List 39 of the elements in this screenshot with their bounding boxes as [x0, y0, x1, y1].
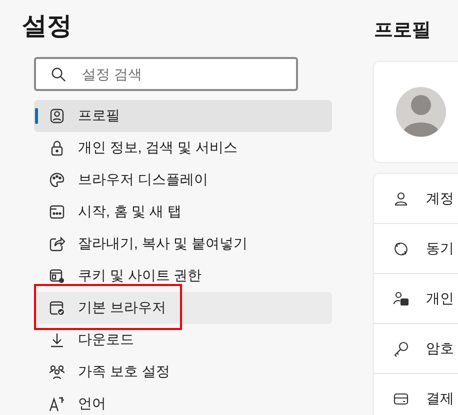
- nav-item[interactable]: 개인 정보, 검색 및 서비스: [34, 132, 332, 164]
- download-icon: [49, 332, 65, 348]
- person-card-icon: [393, 290, 409, 306]
- avatar-icon: [396, 87, 446, 137]
- nav-item[interactable]: 시작, 홈 및 새 탭: [34, 196, 332, 228]
- card-icon: [393, 390, 409, 406]
- nav-item[interactable]: 다운로드: [34, 324, 332, 356]
- people-icon: [49, 364, 65, 380]
- lock-icon: [49, 140, 65, 156]
- person-icon: [393, 190, 409, 206]
- palette-icon: [49, 172, 65, 188]
- row-label: 암호: [426, 340, 454, 358]
- profile-icon: [49, 108, 65, 124]
- nav-item[interactable]: 쿠키 및 사이트 권한: [34, 260, 332, 292]
- settings-row[interactable]: 개인: [374, 274, 458, 324]
- row-label: 결제: [426, 390, 454, 408]
- search-icon: [51, 67, 66, 82]
- row-label: 계정: [426, 190, 454, 208]
- nav-item[interactable]: 프로필: [34, 100, 332, 132]
- sync-icon: [393, 240, 409, 256]
- window-icon: [49, 204, 65, 220]
- nav-item[interactable]: 기본 브라우저: [34, 292, 332, 324]
- row-label: 개인: [426, 290, 454, 308]
- search-field[interactable]: 설정 검색: [34, 57, 298, 91]
- nav-item[interactable]: 가족 보호 설정: [34, 356, 332, 388]
- profile-heading: 프로필: [374, 19, 432, 43]
- share-icon: [49, 236, 65, 252]
- settings-row[interactable]: 동기: [374, 224, 458, 274]
- row-label: 동기: [426, 240, 454, 258]
- language-icon: [49, 396, 65, 412]
- settings-row[interactable]: 암호: [374, 324, 458, 374]
- settings-row[interactable]: 계정: [374, 174, 458, 224]
- browser-check-icon: [49, 300, 65, 316]
- settings-title: 설정: [22, 11, 73, 42]
- key-icon: [393, 340, 409, 356]
- nav-item[interactable]: 브라우저 디스플레이: [34, 164, 332, 196]
- settings-row[interactable]: 결제: [374, 374, 458, 415]
- nav-item[interactable]: 언어: [34, 388, 332, 415]
- nav-item[interactable]: 잘라내기, 복사 및 붙여넣기: [34, 228, 332, 260]
